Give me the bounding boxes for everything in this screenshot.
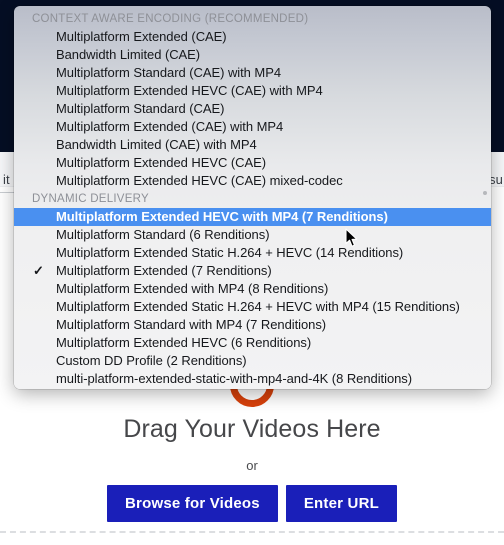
dropzone-or-label: or: [246, 458, 258, 473]
menu-item-label: Multiplatform Extended HEVC (CAE) with M…: [56, 83, 323, 98]
menu-item[interactable]: Custom DD Profile (2 Renditions): [14, 352, 491, 370]
menu-item-label: Multiplatform Extended (7 Renditions): [56, 263, 272, 278]
menu-item[interactable]: Multiplatform Extended Static H.264 + HE…: [14, 244, 491, 262]
dropzone-dashed-divider: [0, 531, 504, 533]
menu-item-label: Multiplatform Standard (CAE): [56, 101, 225, 116]
menu-item-label: Multiplatform Extended HEVC with MP4 (7 …: [56, 209, 388, 224]
menu-item[interactable]: Bandwidth Limited (CAE) with MP4: [14, 136, 491, 154]
menu-item[interactable]: Multiplatform Extended HEVC (CAE) mixed-…: [14, 172, 491, 190]
encoding-profile-dropdown-menu[interactable]: CONTEXT AWARE ENCODING (RECOMMENDED) Mult…: [14, 6, 491, 389]
menu-item-label: Multiplatform Extended Static H.264 + HE…: [56, 299, 460, 314]
menu-item-label: Bandwidth Limited (CAE) with MP4: [56, 137, 257, 152]
menu-item[interactable]: multi-platform-extended-static-with-mp4-…: [14, 370, 491, 388]
menu-item-label: Multiplatform Standard (CAE) with MP4: [56, 65, 282, 80]
menu-item[interactable]: Multiplatform Standard (CAE) with MP4: [14, 64, 491, 82]
menu-item-label: multi-platform-extended-static-with-mp4-…: [56, 371, 413, 386]
menu-section-header: CONTEXT AWARE ENCODING (RECOMMENDED): [32, 13, 309, 25]
menu-item[interactable]: Multiplatform Extended HEVC with MP4 (7 …: [14, 208, 491, 226]
menu-scrollbar-indicator[interactable]: [483, 191, 487, 195]
menu-item[interactable]: ✓ Multiplatform Extended (7 Renditions): [14, 262, 491, 280]
background-text-left: it: [3, 172, 10, 187]
menu-item[interactable]: Multiplatform Extended HEVC (CAE): [14, 154, 491, 172]
menu-item-list: CONTEXT AWARE ENCODING (RECOMMENDED) Mult…: [14, 10, 491, 388]
menu-item-label: Multiplatform Extended (CAE) with MP4: [56, 119, 284, 134]
browse-for-videos-button[interactable]: Browse for Videos: [107, 485, 278, 522]
background-text-right: su: [489, 172, 503, 187]
menu-item-label: Multiplatform Extended Static H.264 + HE…: [56, 245, 404, 260]
menu-item-label: Multiplatform Extended HEVC (6 Rendition…: [56, 335, 312, 350]
menu-item[interactable]: Multiplatform Extended Static H.264 + HE…: [14, 298, 491, 316]
dropzone-button-row: Browse for Videos Enter URL: [0, 485, 504, 522]
menu-item[interactable]: Multiplatform Extended HEVC (6 Rendition…: [14, 334, 491, 352]
menu-item[interactable]: Multiplatform Standard (CAE): [14, 100, 491, 118]
menu-item-label: Multiplatform Standard (6 Renditions): [56, 227, 270, 242]
menu-item-label: Multiplatform Extended with MP4 (8 Rendi…: [56, 281, 329, 296]
menu-item[interactable]: Bandwidth Limited (CAE): [14, 46, 491, 64]
menu-item-label: Bandwidth Limited (CAE): [56, 47, 201, 62]
menu-item-label: Multiplatform Extended (CAE): [56, 29, 227, 44]
menu-item[interactable]: Multiplatform Standard with MP4 (7 Rendi…: [14, 316, 491, 334]
menu-item-label: Multiplatform Extended HEVC (CAE) mixed-…: [56, 173, 343, 188]
menu-item-label: Custom DD Profile (2 Renditions): [56, 353, 247, 368]
menu-item[interactable]: Multiplatform Extended (CAE): [14, 28, 491, 46]
dropzone-title: Drag Your Videos Here: [123, 415, 381, 443]
menu-item[interactable]: Multiplatform Extended with MP4 (8 Rendi…: [14, 280, 491, 298]
menu-item[interactable]: Multiplatform Extended (CAE) with MP4: [14, 118, 491, 136]
checkmark-icon: ✓: [33, 263, 44, 278]
menu-section-header: DYNAMIC DELIVERY: [32, 193, 149, 205]
menu-item[interactable]: Multiplatform Standard (6 Renditions): [14, 226, 491, 244]
menu-item[interactable]: Multiplatform Extended HEVC (CAE) with M…: [14, 82, 491, 100]
menu-item-label: Multiplatform Standard with MP4 (7 Rendi…: [56, 317, 327, 332]
menu-item-label: Multiplatform Extended HEVC (CAE): [56, 155, 267, 170]
enter-url-button[interactable]: Enter URL: [285, 485, 397, 522]
